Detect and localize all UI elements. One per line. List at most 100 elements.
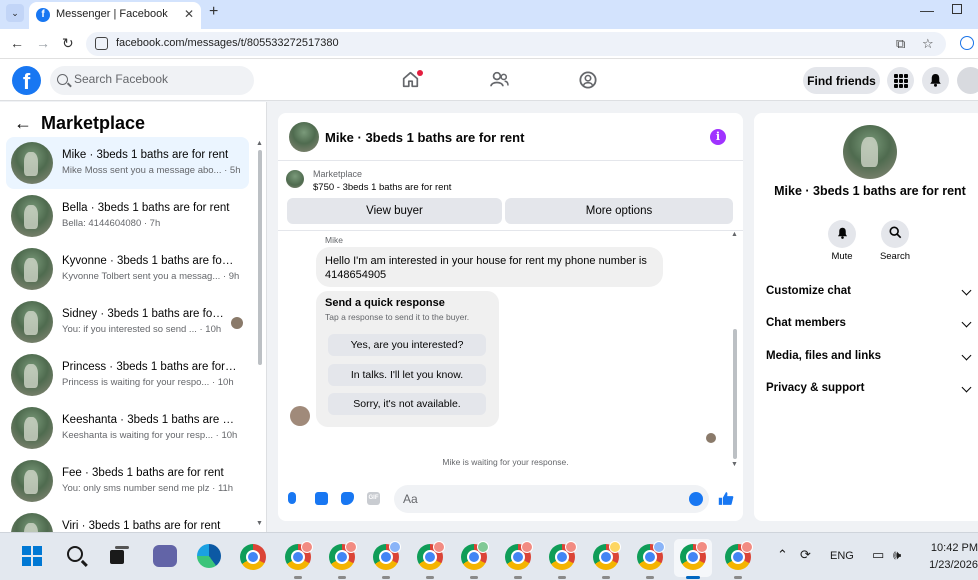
- find-friends-button[interactable]: Find friends: [803, 67, 880, 94]
- thumbs-up-icon[interactable]: [718, 491, 734, 506]
- conversation-item[interactable]: Mike · 3beds 1 baths are for rent Mike M…: [6, 137, 249, 189]
- conversation-preview: You: only sms number send me plz · 11h: [62, 483, 234, 494]
- network-icon[interactable]: ▭: [872, 547, 884, 563]
- menu-grid-icon[interactable]: [887, 67, 914, 94]
- chat-scrollbar[interactable]: [733, 329, 737, 459]
- conversation-preview: Bella: 4144604080 · 7h: [62, 218, 161, 229]
- account-avatar[interactable]: [957, 67, 978, 94]
- tab-search-chevron-icon[interactable]: ⌄: [6, 4, 24, 22]
- profile-badge-icon: [741, 541, 753, 553]
- running-indicator: [426, 576, 434, 579]
- emoji-icon[interactable]: [689, 492, 703, 506]
- more-options-button[interactable]: More options: [505, 198, 733, 224]
- conversation-avatar: [11, 195, 53, 237]
- conversation-item[interactable]: Princess · 3beds 1 baths are for r... Pr…: [6, 349, 249, 401]
- running-indicator: [558, 576, 566, 579]
- browser-tab[interactable]: f Messenger | Facebook ✕: [29, 2, 201, 29]
- sender-avatar: [290, 406, 310, 426]
- facebook-search[interactable]: [50, 66, 254, 95]
- privacy-support-row[interactable]: Privacy & support: [766, 378, 978, 400]
- conversation-item[interactable]: Keeshanta · 3beds 1 baths are fo... Kees…: [6, 402, 249, 454]
- back-icon[interactable]: ←: [10, 35, 24, 51]
- listing-thumbnail[interactable]: [286, 170, 304, 188]
- window-minimize-icon[interactable]: —: [920, 2, 934, 18]
- search-input[interactable]: [74, 72, 244, 86]
- conversation-item[interactable]: Fee · 3beds 1 baths are for rent You: on…: [6, 455, 249, 507]
- browser-tab-bar: ⌄ f Messenger | Facebook ✕ + —: [0, 0, 978, 29]
- language-indicator[interactable]: ENG: [830, 550, 854, 562]
- conversation-item[interactable]: Kyvonne · 3beds 1 baths are for ... Kyvo…: [6, 243, 249, 295]
- quick-response-card: Send a quick response Tap a response to …: [316, 291, 499, 427]
- conversation-preview: Mike Moss sent you a message abo... · 5h: [62, 165, 241, 176]
- conversation-item[interactable]: Sidney · 3beds 1 baths are for ... You: …: [6, 296, 249, 348]
- listing-title[interactable]: $750 - 3beds 1 baths are for rent: [313, 182, 451, 193]
- chat-title[interactable]: Mike · 3beds 1 baths are for rent: [325, 130, 524, 145]
- conversation-avatar: [11, 301, 53, 343]
- new-tab-icon[interactable]: +: [209, 3, 218, 21]
- forward-icon[interactable]: →: [36, 35, 50, 51]
- url-text[interactable]: facebook.com/messages/t/805533272517380: [116, 37, 339, 49]
- facebook-logo-icon[interactable]: f: [12, 66, 41, 95]
- back-arrow-icon[interactable]: ←: [14, 113, 32, 134]
- sticker-icon[interactable]: [341, 492, 354, 505]
- gif-icon[interactable]: GIF: [367, 492, 380, 505]
- conversation-name: Kyvonne · 3beds 1 baths are for ...: [62, 255, 237, 267]
- profile-badge-icon: [301, 541, 313, 553]
- profile-badge-icon: [389, 541, 401, 553]
- install-app-icon[interactable]: ⧉: [896, 36, 905, 52]
- window-restore-icon[interactable]: [952, 4, 962, 14]
- customize-chat-row[interactable]: Customize chat: [766, 281, 978, 303]
- image-icon[interactable]: [315, 492, 328, 505]
- site-info-icon[interactable]: [95, 37, 108, 50]
- conversation-item[interactable]: Bella · 3beds 1 baths are for rent Bella…: [6, 190, 249, 242]
- quick-reply-talks-button[interactable]: In talks. I'll let you know.: [328, 364, 486, 386]
- conversation-item[interactable]: Viri · 3beds 1 baths are for rent: [6, 508, 249, 532]
- microphone-icon[interactable]: [288, 492, 296, 504]
- volume-icon[interactable]: 🕪: [893, 547, 901, 563]
- conversation-name: Bella · 3beds 1 baths are for rent: [62, 202, 230, 214]
- facebook-favicon-icon: f: [36, 8, 50, 22]
- profile-icon[interactable]: [960, 36, 974, 50]
- profile-badge-icon: [433, 541, 445, 553]
- scroll-down-icon[interactable]: ▼: [731, 461, 738, 468]
- contact-avatar[interactable]: [843, 125, 897, 179]
- scroll-up-icon[interactable]: ▲: [731, 231, 738, 238]
- notifications-button[interactable]: [922, 67, 949, 94]
- search-in-conversation-button[interactable]: [881, 220, 909, 248]
- clock-date[interactable]: 1/23/2026: [918, 559, 978, 571]
- tab-close-icon[interactable]: ✕: [184, 7, 194, 21]
- windows-start-icon[interactable]: [22, 546, 42, 566]
- scroll-down-icon[interactable]: ▼: [256, 520, 263, 527]
- tab-title: Messenger | Facebook: [56, 8, 168, 20]
- sidebar-scrollbar[interactable]: [258, 150, 262, 365]
- scroll-up-icon[interactable]: ▲: [256, 140, 263, 147]
- running-indicator: [646, 576, 654, 579]
- edge-icon[interactable]: [197, 544, 221, 568]
- mute-button[interactable]: [828, 220, 856, 248]
- chat-members-row[interactable]: Chat members: [766, 313, 978, 335]
- quick-reply-unavailable-button[interactable]: Sorry, it's not available.: [328, 393, 486, 415]
- groups-icon[interactable]: [579, 71, 597, 89]
- media-files-links-row[interactable]: Media, files and links: [766, 346, 978, 368]
- waiting-status: Mike is waiting for your response.: [442, 457, 569, 467]
- taskbar-search-icon[interactable]: [67, 546, 83, 562]
- bookmark-star-icon[interactable]: ☆: [922, 36, 934, 52]
- quick-reply-yes-button[interactable]: Yes, are you interested?: [328, 334, 486, 356]
- teams-icon[interactable]: [153, 545, 177, 567]
- clock-time[interactable]: 10:42 PM: [918, 542, 978, 554]
- task-view-icon[interactable]: [110, 546, 130, 566]
- conversation-avatar: [11, 248, 53, 290]
- browser-toolbar: ← → ↻ facebook.com/messages/t/8055332725…: [0, 29, 978, 59]
- tray-chevron-up-icon[interactable]: ⌃: [777, 547, 788, 563]
- chrome-icon[interactable]: [240, 544, 266, 570]
- address-bar[interactable]: facebook.com/messages/t/805533272517380 …: [86, 32, 946, 56]
- friends-icon[interactable]: [490, 71, 509, 88]
- reload-icon[interactable]: ↻: [62, 35, 74, 52]
- message-input[interactable]: [394, 485, 709, 513]
- view-buyer-button[interactable]: View buyer: [287, 198, 502, 224]
- message-thread: Mike Hello I'm am interested in your hou…: [278, 231, 743, 476]
- sync-icon[interactable]: ⟳: [800, 547, 811, 563]
- profile-badge-icon: [345, 541, 357, 553]
- chat-avatar[interactable]: [289, 122, 319, 152]
- info-icon[interactable]: i: [710, 129, 726, 145]
